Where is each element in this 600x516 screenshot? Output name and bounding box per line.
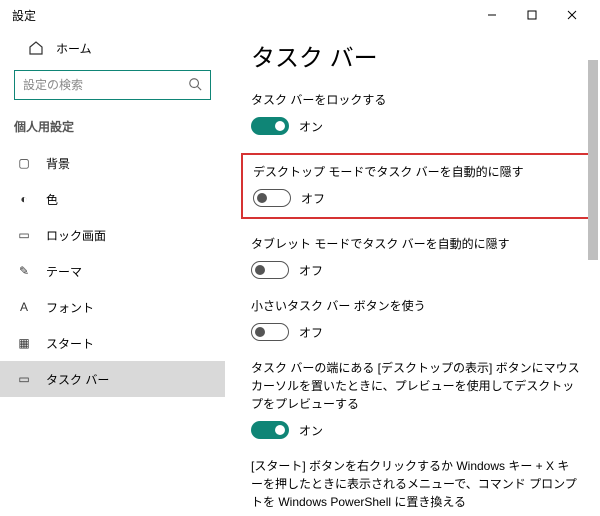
taskbar-icon: ▭ bbox=[16, 372, 32, 386]
sidebar-item-label: 背景 bbox=[46, 155, 70, 172]
highlight-box: デスクトップ モードでタスク バーを自動的に隠す オフ bbox=[241, 153, 590, 219]
start-icon: ▦ bbox=[16, 336, 32, 350]
main-content: タスク バー タスク バーをロックする オン デスクトップ モードでタスク バー… bbox=[225, 30, 600, 516]
setting-lock-taskbar: タスク バーをロックする オン bbox=[251, 91, 580, 135]
lock-icon: ▭ bbox=[16, 228, 32, 242]
sidebar-item-themes[interactable]: ✎ テーマ bbox=[14, 253, 211, 289]
theme-icon: ✎ bbox=[16, 264, 32, 278]
setting-label: タスク バーをロックする bbox=[251, 91, 580, 109]
setting-label: [スタート] ボタンを右クリックするか Windows キー + X キーを押し… bbox=[251, 457, 580, 511]
sidebar-item-lockscreen[interactable]: ▭ ロック画面 bbox=[14, 217, 211, 253]
scrollbar[interactable] bbox=[588, 30, 598, 516]
toggle-lock-taskbar[interactable] bbox=[251, 117, 289, 135]
maximize-button[interactable] bbox=[512, 1, 552, 29]
sidebar: ホーム 個人用設定 ▢背景 ◐色 ▭ロック画面 ✎テーマ Aフォント ▦スタート… bbox=[0, 30, 225, 516]
font-icon: A bbox=[16, 300, 32, 314]
setting-peek-preview: タスク バーの端にある [デスクトップの表示] ボタンにマウス カーソルを置いた… bbox=[251, 359, 580, 439]
toggle-state: オン bbox=[299, 118, 323, 135]
sidebar-item-label: タスク バー bbox=[46, 371, 109, 388]
sidebar-item-label: フォント bbox=[46, 299, 94, 316]
toggle-state: オフ bbox=[299, 324, 323, 341]
setting-label: タスク バーの端にある [デスクトップの表示] ボタンにマウス カーソルを置いた… bbox=[251, 359, 580, 413]
minimize-button[interactable] bbox=[472, 1, 512, 29]
toggle-state: オフ bbox=[299, 262, 323, 279]
setting-powershell-replace: [スタート] ボタンを右クリックするか Windows キー + X キーを押し… bbox=[251, 457, 580, 516]
home-icon bbox=[28, 40, 44, 56]
titlebar: 設定 bbox=[0, 0, 600, 30]
sidebar-item-background[interactable]: ▢ 背景 bbox=[14, 145, 211, 181]
sidebar-item-start[interactable]: ▦ スタート bbox=[14, 325, 211, 361]
window-title: 設定 bbox=[8, 7, 472, 24]
scrollbar-thumb[interactable] bbox=[588, 60, 598, 260]
sidebar-item-label: ロック画面 bbox=[46, 227, 106, 244]
toggle-small-buttons[interactable] bbox=[251, 323, 289, 341]
sidebar-item-label: スタート bbox=[46, 335, 94, 352]
toggle-autohide-desktop[interactable] bbox=[253, 189, 291, 207]
page-title: タスク バー bbox=[251, 38, 580, 73]
search-box[interactable] bbox=[14, 70, 211, 100]
palette-icon: ◐ bbox=[16, 192, 32, 206]
sidebar-item-label: 色 bbox=[46, 191, 58, 208]
sidebar-item-label: テーマ bbox=[46, 263, 82, 280]
toggle-autohide-tablet[interactable] bbox=[251, 261, 289, 279]
sidebar-header: 個人用設定 bbox=[14, 118, 211, 135]
setting-small-buttons: 小さいタスク バー ボタンを使う オフ bbox=[251, 297, 580, 341]
toggle-peek-preview[interactable] bbox=[251, 421, 289, 439]
close-button[interactable] bbox=[552, 1, 592, 29]
setting-label: タブレット モードでタスク バーを自動的に隠す bbox=[251, 235, 580, 253]
picture-icon: ▢ bbox=[16, 156, 32, 170]
home-link[interactable]: ホーム bbox=[14, 30, 211, 66]
sidebar-item-taskbar[interactable]: ▭ タスク バー bbox=[0, 361, 225, 397]
toggle-state: オフ bbox=[301, 190, 325, 207]
setting-autohide-tablet: タブレット モードでタスク バーを自動的に隠す オフ bbox=[251, 235, 580, 279]
toggle-state: オン bbox=[299, 422, 323, 439]
search-icon bbox=[188, 77, 202, 94]
setting-autohide-desktop: デスクトップ モードでタスク バーを自動的に隠す オフ bbox=[253, 163, 578, 207]
search-input[interactable] bbox=[23, 78, 188, 92]
setting-label: デスクトップ モードでタスク バーを自動的に隠す bbox=[253, 163, 578, 181]
home-label: ホーム bbox=[56, 40, 92, 57]
sidebar-item-fonts[interactable]: A フォント bbox=[14, 289, 211, 325]
setting-label: 小さいタスク バー ボタンを使う bbox=[251, 297, 580, 315]
sidebar-item-colors[interactable]: ◐色 bbox=[14, 181, 211, 217]
